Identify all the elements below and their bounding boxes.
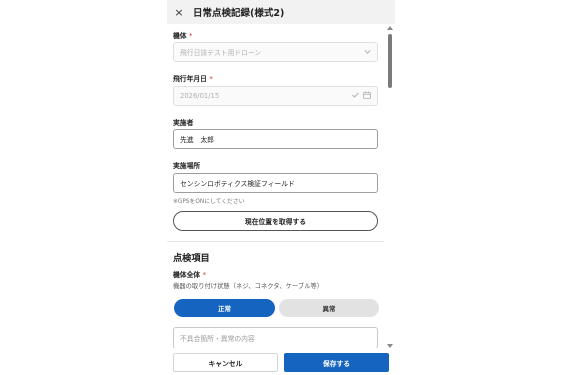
airframe-label-text: 機体 xyxy=(173,32,187,40)
inspection-section-title: 点検項目 xyxy=(173,253,210,264)
operator-value: 先進 太郎 xyxy=(180,136,214,144)
required-mark: * xyxy=(188,32,193,40)
section-divider xyxy=(167,241,384,242)
gps-hint: ※GPSをONにしてください xyxy=(173,199,245,205)
location-input[interactable]: センシンロボティクス検証フィールド xyxy=(173,173,378,193)
flight-date-value: 2026/01/15 xyxy=(180,92,220,100)
flight-date-label: 飛行年月日 * xyxy=(173,73,213,83)
flight-date-input[interactable]: 2026/01/15 xyxy=(173,86,378,106)
date-field-icons xyxy=(352,91,371,101)
location-value: センシンロボティクス検証フィールド xyxy=(180,180,295,188)
flight-date-label-text: 飛行年月日 xyxy=(173,75,207,83)
form-header: × 日常点検記録(様式2) xyxy=(167,0,395,24)
scrollbar-thumb[interactable] xyxy=(388,34,392,88)
inspection-item-label: 機体全体 * xyxy=(173,269,206,279)
status-normal-button[interactable]: 正常 xyxy=(174,299,275,317)
location-label: 実施場所 xyxy=(173,162,201,170)
airframe-select[interactable]: 飛行日誌テスト用ドローン xyxy=(173,42,378,62)
cancel-button[interactable]: キャンセル xyxy=(173,353,278,372)
inspection-item-description: 機器の取り付け状態（ネジ、コネクタ、ケーブル等） xyxy=(173,283,324,290)
save-button[interactable]: 保存する xyxy=(284,353,389,372)
inspection-form-panel: × 日常点検記録(様式2) 機体 * 飛行日誌テスト用ドローン 飛行年月日 * … xyxy=(167,0,395,375)
check-icon xyxy=(352,92,359,100)
form-footer: キャンセル 保存する xyxy=(167,348,395,375)
airframe-label: 機体 * xyxy=(173,30,192,40)
scrollbar[interactable] xyxy=(386,26,394,348)
inspection-item-label-text: 機体全体 xyxy=(173,271,201,279)
operator-input[interactable]: 先進 太郎 xyxy=(173,129,378,149)
get-location-button[interactable]: 現在位置を取得する xyxy=(173,211,378,231)
operator-label: 実施者 xyxy=(173,119,194,127)
scroll-up-arrow-icon[interactable] xyxy=(387,26,393,30)
required-mark: * xyxy=(202,271,206,279)
airframe-select-value: 飛行日誌テスト用ドローン xyxy=(180,49,262,57)
status-abnormal-button[interactable]: 異常 xyxy=(279,299,379,317)
defect-details-placeholder: 不具合箇所・異常の内容 xyxy=(180,335,255,343)
page-title: 日常点検記録(様式2) xyxy=(193,8,285,19)
defect-details-input[interactable]: 不具合箇所・異常の内容 xyxy=(173,327,378,349)
chevron-down-icon xyxy=(364,50,371,55)
close-icon[interactable]: × xyxy=(167,6,191,19)
calendar-icon[interactable] xyxy=(363,91,371,101)
required-mark: * xyxy=(209,75,213,83)
